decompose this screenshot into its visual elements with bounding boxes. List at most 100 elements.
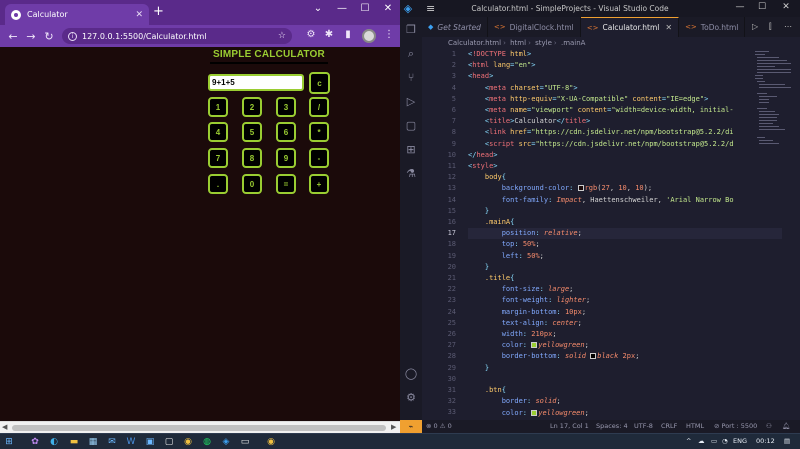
key-1-button[interactable]: 1 <box>208 97 228 117</box>
decimal-button[interactable]: . <box>208 174 228 194</box>
scroll-left-icon[interactable]: ◀ <box>2 423 7 431</box>
bookmark-star-icon[interactable]: ☆ <box>278 31 286 41</box>
chrome-taskbar-icon[interactable]: ◉ <box>182 436 194 448</box>
multiply-button[interactable]: * <box>309 122 329 142</box>
encoding-setting[interactable]: UTF-8 <box>634 422 653 430</box>
forward-arrow-icon[interactable]: → <box>22 30 40 43</box>
address-bar[interactable]: i 127.0.0.1:5500/Calculator.html ☆ <box>62 28 292 44</box>
volume-icon[interactable]: ◔ <box>722 437 728 445</box>
vscode-maximize-button[interactable]: ☐ <box>752 2 772 12</box>
cursor-position[interactable]: Ln 17, Col 1 <box>550 422 589 430</box>
reload-icon[interactable]: ↻ <box>40 30 58 43</box>
tab-search-button[interactable]: ⌄ <box>306 3 330 14</box>
minimap[interactable] <box>753 49 793 149</box>
live-server-port[interactable]: ⊘ Port : 5500 <box>714 422 757 430</box>
key-8-button[interactable]: 8 <box>242 148 262 168</box>
problems-indicator[interactable]: ⊗ 0 ⚠ 0 <box>426 422 452 430</box>
close-tab-icon[interactable]: ✕ <box>665 23 672 32</box>
maximize-button[interactable]: ☐ <box>353 3 377 14</box>
mail-icon[interactable]: ✉ <box>106 436 118 448</box>
key-0-button[interactable]: 0 <box>242 174 262 194</box>
clock-time[interactable]: 00:12 <box>756 437 775 445</box>
minimize-button[interactable]: — <box>330 3 354 14</box>
extension-icon[interactable]: ⚙ <box>304 29 318 40</box>
tray-overflow-icon[interactable]: ^ <box>686 437 691 445</box>
code-content[interactable]: <!DOCTYPE html> <html lang="en"> <head> … <box>468 49 734 419</box>
subtract-button[interactable]: - <box>309 148 329 168</box>
breadcrumb-item[interactable]: html <box>510 39 526 47</box>
tab-get-started[interactable]: ◆ Get Started <box>422 17 488 37</box>
language-mode[interactable]: HTML <box>686 422 704 430</box>
breadcrumb-item[interactable]: .mainA <box>561 39 586 47</box>
hamburger-menu-icon[interactable]: ≡ <box>426 2 435 15</box>
browser-tab-calculator[interactable]: Calculator ✕ <box>5 4 149 25</box>
manage-gear-icon[interactable]: ⚙ <box>404 391 418 405</box>
tab-todo[interactable]: <> ToDo.html <box>679 17 746 37</box>
clear-button[interactable]: c <box>309 72 330 94</box>
code-editor[interactable]: 1 2 3 4 5 6 7 8 9 10 11 12 13 14 15 16 1… <box>422 49 782 420</box>
vscode-taskbar-icon[interactable]: ◈ <box>220 436 232 448</box>
battery-icon[interactable]: ▭ <box>711 437 717 445</box>
photos-icon[interactable]: ▢ <box>163 436 175 448</box>
side-panel-icon[interactable]: ▮ <box>341 29 355 40</box>
tab-digitalclock[interactable]: <> DigitalClock.html <box>488 17 581 37</box>
kebab-menu-icon[interactable]: ⋮ <box>382 29 396 40</box>
spotify-icon[interactable]: ◍ <box>201 436 213 448</box>
key-3-button[interactable]: 3 <box>276 97 296 117</box>
address-text[interactable]: 127.0.0.1:5500/Calculator.html <box>82 32 207 41</box>
key-5-button[interactable]: 5 <box>242 122 262 142</box>
calendar-icon[interactable]: ▣ <box>144 436 156 448</box>
word-app-icon[interactable]: W <box>125 436 137 448</box>
indentation-setting[interactable]: Spaces: 4 <box>596 422 628 430</box>
chrome-active-taskbar-icon[interactable]: ◉ <box>265 436 277 448</box>
remote-indicator-icon[interactable]: ⌁ <box>400 420 422 433</box>
more-actions-icon[interactable]: ⋯ <box>784 17 792 37</box>
app-icon-1[interactable]: ✿ <box>29 436 41 448</box>
calculator-display[interactable]: 9+1+5 <box>208 74 304 91</box>
accounts-icon[interactable]: ◯ <box>404 367 418 381</box>
eol-setting[interactable]: CRLF <box>661 422 677 430</box>
start-windows-icon[interactable]: ⊞ <box>3 436 15 448</box>
close-tab-icon[interactable]: ✕ <box>135 10 143 20</box>
site-info-icon[interactable]: i <box>68 31 77 41</box>
divide-button[interactable]: / <box>309 97 329 117</box>
extensions-icon[interactable]: ⊞ <box>404 143 418 157</box>
close-window-button[interactable]: ✕ <box>376 3 400 14</box>
notifications-bell-icon[interactable]: 🔔︎ <box>782 422 790 430</box>
key-2-button[interactable]: 2 <box>242 97 262 117</box>
accounts-status-icon[interactable]: ⚇ <box>766 422 772 430</box>
run-icon[interactable]: ▷ <box>752 17 758 37</box>
breadcrumb-item[interactable]: Calculator.html <box>448 39 501 47</box>
breadcrumb-item[interactable]: style <box>535 39 552 47</box>
horizontal-scrollbar[interactable]: ◀ ▶ <box>0 421 400 433</box>
puzzle-icon[interactable]: ✱ <box>322 29 336 40</box>
profile-avatar[interactable] <box>362 29 376 43</box>
key-6-button[interactable]: 6 <box>276 122 296 142</box>
add-button[interactable]: + <box>309 174 329 194</box>
back-arrow-icon[interactable]: ← <box>4 30 22 43</box>
notification-center-icon[interactable]: ▤ <box>784 437 790 445</box>
scrollbar-thumb[interactable] <box>12 425 386 431</box>
app-icon-2[interactable]: ▭ <box>239 436 251 448</box>
source-control-icon[interactable]: ⑂ <box>404 71 418 85</box>
language-indicator[interactable]: ENG <box>733 437 747 445</box>
vscode-close-button[interactable]: ✕ <box>776 2 796 12</box>
key-7-button[interactable]: 7 <box>208 148 228 168</box>
remote-explorer-icon[interactable]: ▢ <box>404 119 418 133</box>
vscode-minimize-button[interactable]: — <box>730 2 750 12</box>
file-explorer-icon[interactable]: ▬ <box>68 436 80 448</box>
split-editor-icon[interactable]: ⫿ <box>769 17 772 37</box>
search-icon[interactable]: ⌕ <box>404 47 418 61</box>
testing-icon[interactable]: ⚗ <box>404 167 418 181</box>
explorer-icon[interactable]: ❐ <box>404 23 418 37</box>
run-debug-icon[interactable]: ▷ <box>404 95 418 109</box>
key-4-button[interactable]: 4 <box>208 122 228 142</box>
store-icon[interactable]: ▦ <box>87 436 99 448</box>
edge-browser-icon[interactable]: ◐ <box>48 436 60 448</box>
onedrive-icon[interactable]: ☁ <box>698 437 705 445</box>
new-tab-button[interactable]: + <box>153 4 164 20</box>
equals-button[interactable]: = <box>276 174 296 194</box>
tab-calculator[interactable]: <> Calculator.html ✕ <box>580 17 680 37</box>
key-9-button[interactable]: 9 <box>276 148 296 168</box>
scroll-right-icon[interactable]: ▶ <box>391 423 396 431</box>
